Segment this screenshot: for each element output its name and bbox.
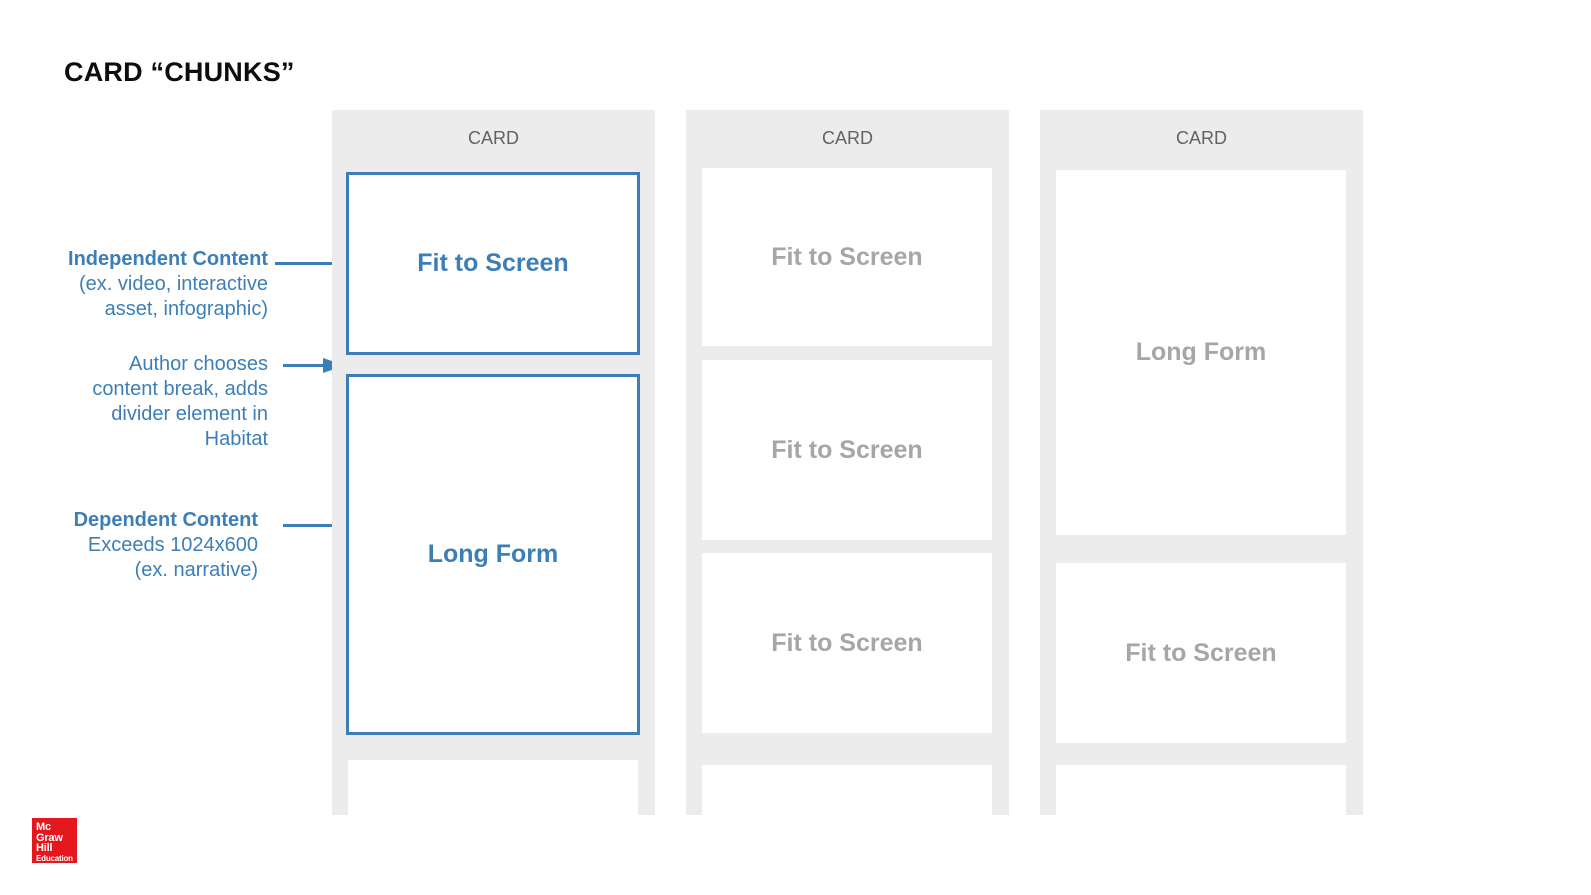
logo-line-1: Mc — [36, 821, 51, 833]
chunk-block[interactable]: Long Form — [346, 374, 640, 735]
chunk-block[interactable]: Fit to Screen — [702, 360, 992, 540]
chunk-label: Fit to Screen — [417, 249, 569, 277]
chunk-block[interactable]: Long Form — [1056, 170, 1346, 535]
chunk-block[interactable]: Fit to Screen — [346, 172, 640, 355]
annotation-independent-content: Independent Content (ex. video, interact… — [0, 247, 268, 322]
chunk-block[interactable]: Fit to Screen — [702, 553, 992, 733]
annotation-author-line-4: Habitat — [204, 428, 268, 450]
annotation-independent-heading: Independent Content — [68, 248, 268, 270]
chunk-label: Fit to Screen — [771, 242, 923, 271]
chunk-label: Fit to Screen — [1125, 638, 1277, 667]
card-column-1: CARD Fit to Screen Long Form — [332, 110, 655, 880]
chunk-label: Long Form — [1135, 338, 1267, 366]
chunk-block[interactable] — [348, 760, 638, 880]
card-label-3: CARD — [1175, 128, 1227, 148]
card-label-2: CARD — [821, 128, 873, 148]
annotation-dependent-heading: Dependent Content — [73, 509, 258, 531]
chunk-block[interactable] — [1056, 765, 1346, 885]
annotation-independent-line-1: (ex. video, interactive — [79, 273, 268, 295]
card-label-1: CARD — [467, 128, 519, 148]
page-title: CARD “CHUNKS” — [64, 57, 295, 87]
logo-line-3: Hill — [36, 842, 53, 854]
annotation-dependent-content: Dependent Content Exceeds 1024x600 (ex. … — [0, 508, 258, 583]
chunk-label: Long Form — [427, 540, 559, 568]
card-column-3: CARD Long Form Fit to Screen — [1040, 110, 1363, 885]
chunk-block[interactable]: Fit to Screen — [702, 168, 992, 346]
mcgraw-hill-education-logo: Mc Graw Hill Education — [32, 818, 77, 863]
annotation-independent-line-2: asset, infographic) — [104, 298, 268, 320]
chunk-block[interactable]: Fit to Screen — [1056, 563, 1346, 743]
annotation-author-chooses: Author chooses content break, adds divid… — [0, 352, 268, 452]
slide-canvas: CARD “CHUNKS” Independent Content (ex. v… — [0, 0, 1591, 895]
card-column-2: CARD Fit to Screen Fit to Screen Fit to … — [686, 110, 1009, 885]
annotation-dependent-line-2: (ex. narrative) — [134, 559, 258, 581]
chunk-label: Fit to Screen — [771, 628, 923, 657]
annotation-author-line-3: divider element in — [111, 403, 268, 425]
chunk-label: Fit to Screen — [771, 435, 923, 464]
annotation-author-line-1: Author chooses — [129, 353, 268, 375]
chunk-block[interactable] — [702, 765, 992, 885]
annotation-dependent-line-1: Exceeds 1024x600 — [87, 534, 258, 556]
logo-line-4: Education — [36, 853, 73, 863]
annotation-author-line-2: content break, adds — [92, 378, 268, 400]
